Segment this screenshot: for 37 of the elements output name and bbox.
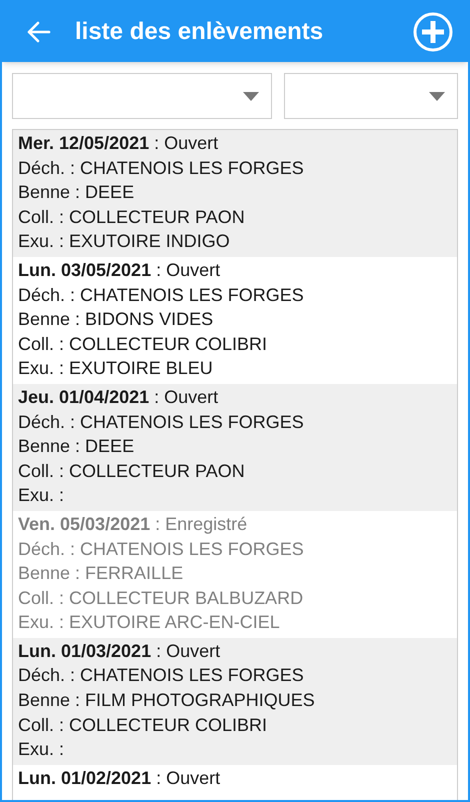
add-button[interactable] [413,12,453,52]
pickup-detail: Coll. : COLLECTEUR PAON [18,460,246,483]
dropdown-caret-icon [243,92,259,100]
pickup-detail: Coll. : COLLECTEUR COLIBRI [18,332,268,356]
filter-dropdown[interactable] [12,73,272,119]
pickup-detail: Coll. : COLLECTEUR COLIBRI [18,714,268,737]
pickup-date-status: Jeu. 01/04/2021 : Ouvert [18,386,220,409]
filter-dropdown[interactable] [284,73,458,119]
pickup-date-status: Mer. 12/05/2021 : Ouvert [18,132,220,155]
dropdown-caret-icon [429,92,445,100]
pickup-detail: Exu. : EXUTOIRE BLEU [18,357,214,380]
pickup-detail: Coll. : COLLECTEUR PAON [18,206,246,229]
pickup-detail: Benne : FILM PHOTOGRAPHIQUES [18,689,316,712]
pickup-item[interactable]: Mer. 12/05/2021 : Ouvert Déch. : CHATENOIS LES FORGES Benne : DEEE Coll. : COLLECTEUR PAON Exu. : EXUTOIRE INDIGO [13,130,457,257]
pickup-detail: Déch. : CHATENOIS LES FORGES [18,410,305,434]
back-arrow-icon [27,21,51,43]
pickup-date-status: Ven. 05/03/2021 : Enregistré [18,512,248,536]
pickup-detail: Coll. : COLLECTEUR BALBUZARD [18,586,304,610]
pickup-detail: Déch. : CHATENOIS LES FORGES [18,538,305,560]
pickup-detail: Déch. : CHATENOIS LES FORGES [18,156,305,180]
pickup-detail: Benne : DEEE [18,181,136,204]
pickup-detail: Exu. : EXUTOIRE ARC-EN-CIEL [18,611,281,634]
pickup-detail: Déch. : CHATENOIS LES FORGES [18,284,305,307]
pickup-detail: Benne : DEEE [18,435,136,458]
pickup-date-status: Lun. 01/02/2021 : Ouvert [18,766,222,790]
pickup-detail: Exu. : EXUTOIRE INDIGO [18,230,231,254]
pickup-detail: Benne : FERRAILLE [18,562,184,586]
page-title: liste des enlèvements [75,17,324,47]
pickup-date-status: Lun. 01/03/2021 : Ouvert [18,640,222,663]
pickup-detail: Benne : BIDONS VIDES [18,308,214,332]
pickup-item[interactable]: Lun. 01/03/2021 : Ouvert Déch. : CHATENOIS LES FORGES Benne : FILM PHOTOGRAPHIQUES Coll. : COLLECTEUR COLIBRI Exu. : [13,638,457,765]
pickup-detail: Déch. : CHATENOIS LES FORGES [18,664,305,688]
pickup-item[interactable]: Jeu. 01/04/2021 : Ouvert Déch. : CHATENOIS LES FORGES Benne : DEEE Coll. : COLLECTEUR PAON Exu. : [13,384,457,511]
plus-circle-icon [413,12,453,52]
pickup-detail: Exu. : [18,484,66,508]
pickup-date-status: Lun. 03/05/2021 : Ouvert [18,258,222,282]
pickup-detail: Exu. : [18,738,66,762]
